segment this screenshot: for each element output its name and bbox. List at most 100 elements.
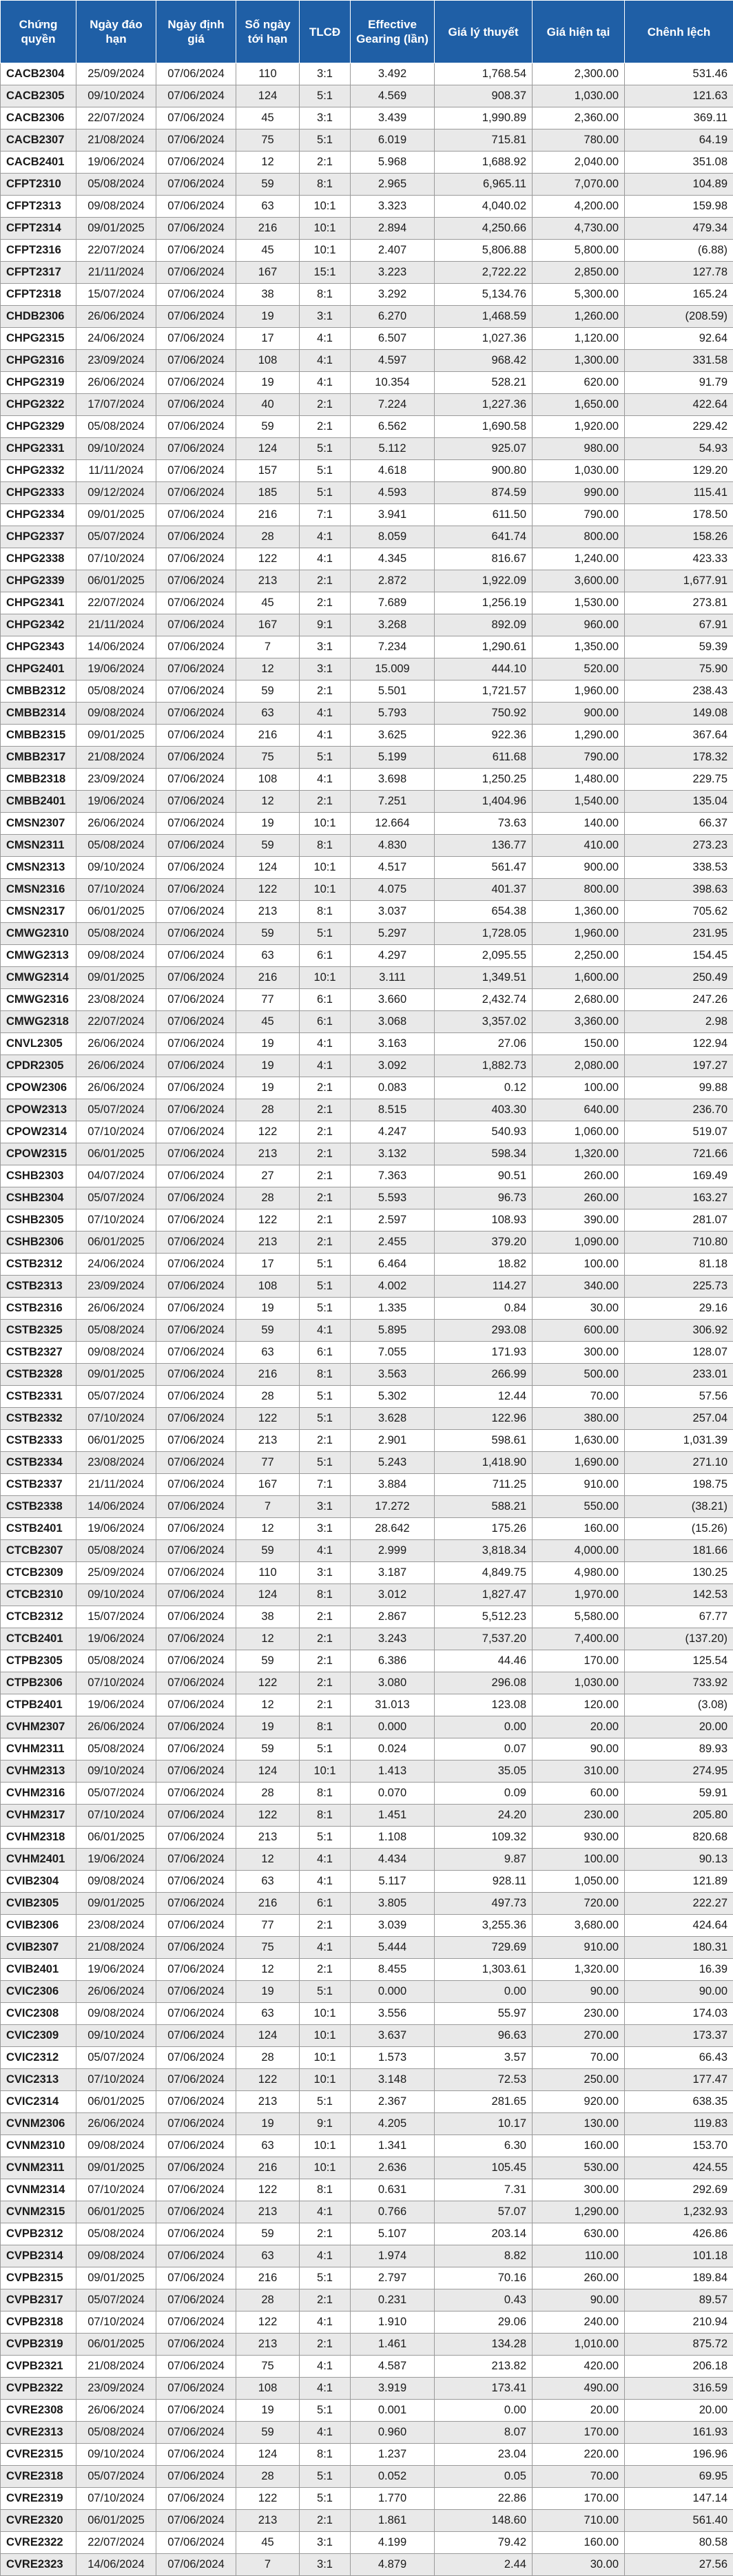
cell-current-price: 170.00 (533, 2422, 625, 2444)
cell-valuation-date: 07/06/2024 (156, 791, 236, 813)
cell-theoretical-price: 0.84 (435, 1298, 533, 1320)
cell-days-to-expiry: 157 (236, 460, 300, 482)
table-row: CSTB233207/10/202407/06/20241225:13.6281… (1, 1408, 733, 1430)
cell-valuation-date: 07/06/2024 (156, 2223, 236, 2245)
cell-warrant-code: CTCB2309 (1, 1562, 76, 1584)
table-row: CSTB232505/08/202407/06/2024594:15.89529… (1, 1320, 733, 1342)
cell-valuation-date: 07/06/2024 (156, 658, 236, 681)
cell-current-price: 30.00 (533, 2554, 625, 2576)
cell-expiry-date: 26/06/2024 (76, 306, 156, 328)
cell-warrant-code: CSTB2313 (1, 1276, 76, 1298)
cell-days-to-expiry: 59 (236, 1540, 300, 1562)
cell-difference: 338.53 (625, 857, 733, 879)
cell-conversion-ratio: 5:1 (300, 482, 351, 504)
cell-days-to-expiry: 110 (236, 1562, 300, 1584)
cell-warrant-code: CVHM2317 (1, 1805, 76, 1827)
cell-valuation-date: 07/06/2024 (156, 835, 236, 857)
table-row: CMWG231822/07/202407/06/2024456:13.0683,… (1, 1011, 733, 1033)
cell-warrant-code: CSTB2312 (1, 1254, 76, 1276)
cell-conversion-ratio: 2:1 (300, 1165, 351, 1187)
cell-valuation-date: 07/06/2024 (156, 1143, 236, 1165)
cell-expiry-date: 19/06/2024 (76, 1628, 156, 1650)
cell-warrant-code: CVRE2308 (1, 2400, 76, 2422)
cell-current-price: 100.00 (533, 1254, 625, 1276)
cell-warrant-code: CPOW2314 (1, 1121, 76, 1143)
cell-valuation-date: 07/06/2024 (156, 1915, 236, 1937)
cell-difference: 180.31 (625, 1937, 733, 1959)
cell-valuation-date: 07/06/2024 (156, 2157, 236, 2179)
cell-conversion-ratio: 2:1 (300, 1959, 351, 1981)
cell-valuation-date: 07/06/2024 (156, 328, 236, 350)
table-row: CFPT231005/08/202407/06/2024598:12.9656,… (1, 174, 733, 196)
cell-effective-gearing: 5.444 (351, 1937, 435, 1959)
cell-effective-gearing: 2.636 (351, 2157, 435, 2179)
cell-theoretical-price: 5,806.88 (435, 240, 533, 262)
cell-expiry-date: 04/07/2024 (76, 1165, 156, 1187)
cell-valuation-date: 07/06/2024 (156, 1827, 236, 1849)
cell-expiry-date: 05/07/2024 (76, 1099, 156, 1121)
table-row: CFPT231721/11/202407/06/202416715:13.223… (1, 262, 733, 284)
cell-warrant-code: CHPG2315 (1, 328, 76, 350)
cell-current-price: 1,480.00 (533, 769, 625, 791)
cell-theoretical-price: 1,728.05 (435, 923, 533, 945)
cell-current-price: 600.00 (533, 1320, 625, 1342)
cell-difference: (137.20) (625, 1628, 733, 1650)
cell-effective-gearing: 8.455 (351, 1959, 435, 1981)
cell-effective-gearing: 3.187 (351, 1562, 435, 1584)
cell-warrant-code: CHPG2339 (1, 570, 76, 592)
cell-conversion-ratio: 4:1 (300, 2356, 351, 2378)
cell-days-to-expiry: 124 (236, 1760, 300, 1783)
cell-warrant-code: CMBB2401 (1, 791, 76, 813)
table-header: Chứng quyền Ngày đáo hạn Ngày định giá S… (1, 1, 733, 63)
cell-warrant-code: CMBB2315 (1, 725, 76, 747)
table-row: CMSN231607/10/202407/06/202412210:14.075… (1, 879, 733, 901)
cell-days-to-expiry: 59 (236, 2223, 300, 2245)
cell-theoretical-price: 928.11 (435, 1871, 533, 1893)
table-row: CACB240119/06/202407/06/2024122:15.9681,… (1, 152, 733, 174)
cell-warrant-code: CSTB2337 (1, 1474, 76, 1496)
table-row: CVRE231805/07/202407/06/2024285:10.0520.… (1, 2466, 733, 2488)
cell-valuation-date: 07/06/2024 (156, 2135, 236, 2157)
cell-current-price: 1,600.00 (533, 967, 625, 989)
table-row: CSTB240119/06/202407/06/2024123:128.6421… (1, 1518, 733, 1540)
cell-current-price: 1,300.00 (533, 350, 625, 372)
table-row: CSHB230606/01/202507/06/20242132:12.4553… (1, 1232, 733, 1254)
cell-theoretical-price: 968.42 (435, 350, 533, 372)
cell-difference: 27.56 (625, 2554, 733, 2576)
cell-difference: 161.93 (625, 2422, 733, 2444)
table-row: CHPG233309/12/202407/06/20241855:14.5938… (1, 482, 733, 504)
table-row: CMWG231309/08/202407/06/2024636:14.2972,… (1, 945, 733, 967)
cell-warrant-code: CHPG2333 (1, 482, 76, 504)
cell-valuation-date: 07/06/2024 (156, 2179, 236, 2201)
table-row: CPOW230626/06/202407/06/2024192:10.0830.… (1, 1077, 733, 1099)
cell-days-to-expiry: 59 (236, 1650, 300, 1672)
cell-days-to-expiry: 27 (236, 1165, 300, 1187)
cell-difference: 426.86 (625, 2223, 733, 2245)
cell-current-price: 790.00 (533, 504, 625, 526)
cell-valuation-date: 07/06/2024 (156, 394, 236, 416)
cell-difference: 561.40 (625, 2510, 733, 2532)
cell-warrant-code: CPOW2306 (1, 1077, 76, 1099)
table-row: CVHM240119/06/202407/06/2024124:14.4349.… (1, 1849, 733, 1871)
cell-current-price: 4,730.00 (533, 218, 625, 240)
cell-current-price: 1,360.00 (533, 901, 625, 923)
cell-conversion-ratio: 4:1 (300, 1033, 351, 1055)
cell-warrant-code: CHPG2337 (1, 526, 76, 548)
cell-expiry-date: 26/06/2024 (76, 813, 156, 835)
table-row: CMBB231721/08/202407/06/2024755:15.19961… (1, 747, 733, 769)
cell-expiry-date: 05/08/2024 (76, 835, 156, 857)
cell-valuation-date: 07/06/2024 (156, 482, 236, 504)
table-row: CVIC230626/06/202407/06/2024195:10.0000.… (1, 1981, 733, 2003)
cell-theoretical-price: 136.77 (435, 835, 533, 857)
table-row: CPOW231407/10/202407/06/20241222:14.2475… (1, 1121, 733, 1143)
cell-warrant-code: CFPT2313 (1, 196, 76, 218)
cell-days-to-expiry: 59 (236, 1320, 300, 1342)
cell-expiry-date: 07/10/2024 (76, 1209, 156, 1232)
cell-effective-gearing: 6.270 (351, 306, 435, 328)
cell-current-price: 160.00 (533, 1518, 625, 1540)
cell-conversion-ratio: 6:1 (300, 1893, 351, 1915)
cell-conversion-ratio: 4:1 (300, 1937, 351, 1959)
cell-effective-gearing: 4.345 (351, 548, 435, 570)
cell-effective-gearing: 1.770 (351, 2488, 435, 2510)
cell-conversion-ratio: 2:1 (300, 1606, 351, 1628)
